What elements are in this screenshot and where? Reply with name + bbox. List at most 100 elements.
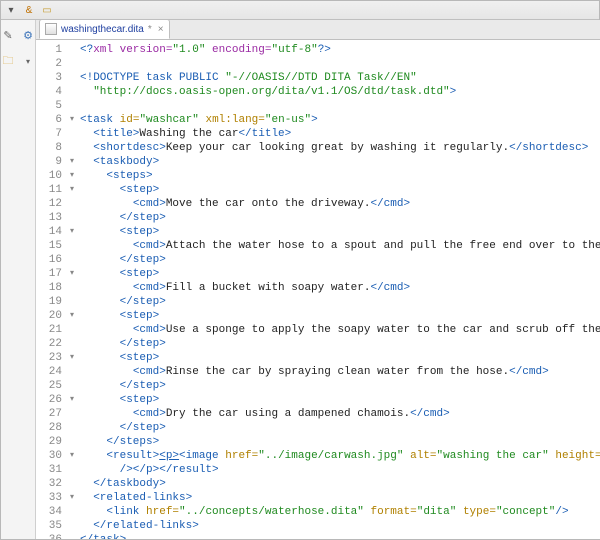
code-line[interactable]: 15 <cmd>Attach the water hose to a spout… bbox=[36, 239, 600, 253]
code-text[interactable]: </step> bbox=[80, 295, 166, 309]
code-line[interactable]: 22 </step> bbox=[36, 337, 600, 351]
close-icon[interactable]: × bbox=[158, 24, 164, 35]
line-number: 18 bbox=[36, 281, 67, 295]
fold-toggle[interactable]: ▾ bbox=[67, 225, 80, 239]
toolbar-icon-generic[interactable]: ▾ bbox=[4, 3, 18, 17]
line-number: 4 bbox=[36, 85, 67, 99]
code-line[interactable]: 30▾ <result><p><image href="../image/car… bbox=[36, 449, 600, 463]
code-line[interactable]: 3<!DOCTYPE task PUBLIC "-//OASIS//DTD DI… bbox=[36, 71, 600, 85]
fold-toggle[interactable]: ▾ bbox=[67, 183, 80, 197]
code-text[interactable]: <!DOCTYPE task PUBLIC "-//OASIS//DTD DIT… bbox=[80, 71, 417, 85]
toolbar-icon-link[interactable]: & bbox=[22, 3, 36, 17]
code-editor[interactable]: 1<?xml version="1.0" encoding="utf-8"?>2… bbox=[36, 40, 600, 539]
code-line[interactable]: 16 </step> bbox=[36, 253, 600, 267]
code-line[interactable]: 21 <cmd>Use a sponge to apply the soapy … bbox=[36, 323, 600, 337]
code-text[interactable]: <cmd>Use a sponge to apply the soapy wat… bbox=[80, 323, 600, 337]
fold-toggle bbox=[67, 505, 80, 519]
code-text[interactable]: <shortdesc>Keep your car looking great b… bbox=[80, 141, 588, 155]
code-line[interactable]: 32 </taskbody> bbox=[36, 477, 600, 491]
code-line[interactable]: 10▾ <steps> bbox=[36, 169, 600, 183]
code-line[interactable]: 29 </steps> bbox=[36, 435, 600, 449]
code-line[interactable]: 5 bbox=[36, 99, 600, 113]
code-line[interactable]: 24 <cmd>Rinse the car by spraying clean … bbox=[36, 365, 600, 379]
code-text[interactable]: </step> bbox=[80, 253, 166, 267]
code-text[interactable]: <related-links> bbox=[80, 491, 192, 505]
code-line[interactable]: 2 bbox=[36, 57, 600, 71]
code-text[interactable]: </steps> bbox=[80, 435, 159, 449]
code-line[interactable]: 4 "http://docs.oasis-open.org/dita/v1.1/… bbox=[36, 85, 600, 99]
code-line[interactable]: 20▾ <step> bbox=[36, 309, 600, 323]
code-text[interactable]: "http://docs.oasis-open.org/dita/v1.1/OS… bbox=[80, 85, 456, 99]
code-text[interactable]: <taskbody> bbox=[80, 155, 159, 169]
code-line[interactable]: 34 <link href="../concepts/waterhose.dit… bbox=[36, 505, 600, 519]
code-text[interactable]: </step> bbox=[80, 211, 166, 225]
code-line[interactable]: 35 </related-links> bbox=[36, 519, 600, 533]
fold-toggle[interactable]: ▾ bbox=[67, 449, 80, 463]
toolbar-icon-folder[interactable]: ▭ bbox=[40, 3, 54, 17]
code-text[interactable]: <cmd>Dry the car using a dampened chamoi… bbox=[80, 407, 450, 421]
code-text[interactable]: </task> bbox=[80, 533, 126, 539]
line-number: 24 bbox=[36, 365, 67, 379]
chevron-down-icon[interactable]: ▾ bbox=[21, 54, 35, 68]
code-line[interactable]: 6▾<task id="washcar" xml:lang="en-us"> bbox=[36, 113, 600, 127]
fold-toggle[interactable]: ▾ bbox=[67, 309, 80, 323]
code-line[interactable]: 1<?xml version="1.0" encoding="utf-8"?> bbox=[36, 43, 600, 57]
line-number: 2 bbox=[36, 57, 67, 71]
code-line[interactable]: 14▾ <step> bbox=[36, 225, 600, 239]
fold-toggle bbox=[67, 365, 80, 379]
code-text[interactable]: /></p></result> bbox=[80, 463, 219, 477]
fold-toggle[interactable]: ▾ bbox=[67, 351, 80, 365]
code-line[interactable]: 27 <cmd>Dry the car using a dampened cha… bbox=[36, 407, 600, 421]
code-line[interactable]: 28 </step> bbox=[36, 421, 600, 435]
gear-icon[interactable]: ⚙ bbox=[21, 28, 35, 42]
code-text[interactable]: <cmd>Rinse the car by spraying clean wat… bbox=[80, 365, 549, 379]
code-line[interactable]: 33▾ <related-links> bbox=[36, 491, 600, 505]
folder-icon[interactable]: 🗀 bbox=[1, 54, 15, 68]
code-text[interactable]: </step> bbox=[80, 379, 166, 393]
code-text[interactable]: </step> bbox=[80, 421, 166, 435]
code-text[interactable]: <result><p><image href="../image/carwash… bbox=[80, 449, 600, 463]
code-text[interactable]: <title>Washing the car</title> bbox=[80, 127, 291, 141]
code-line[interactable]: 17▾ <step> bbox=[36, 267, 600, 281]
code-line[interactable]: 12 <cmd>Move the car onto the driveway.<… bbox=[36, 197, 600, 211]
fold-toggle[interactable]: ▾ bbox=[67, 169, 80, 183]
code-text[interactable]: <?xml version="1.0" encoding="utf-8"?> bbox=[80, 43, 331, 57]
code-line[interactable]: 25 </step> bbox=[36, 379, 600, 393]
code-line[interactable]: 19 </step> bbox=[36, 295, 600, 309]
code-line[interactable]: 13 </step> bbox=[36, 211, 600, 225]
code-text[interactable]: </taskbody> bbox=[80, 477, 166, 491]
code-line[interactable]: 31 /></p></result> bbox=[36, 463, 600, 477]
fold-toggle[interactable]: ▾ bbox=[67, 155, 80, 169]
editor-tab[interactable]: washingthecar.dita* × bbox=[39, 19, 170, 39]
code-text[interactable]: <step> bbox=[80, 351, 159, 365]
code-text[interactable]: <step> bbox=[80, 225, 159, 239]
code-text[interactable]: </related-links> bbox=[80, 519, 199, 533]
code-text[interactable]: <step> bbox=[80, 183, 159, 197]
code-text[interactable]: <cmd>Fill a bucket with soapy water.</cm… bbox=[80, 281, 410, 295]
fold-toggle[interactable]: ▾ bbox=[67, 393, 80, 407]
fold-toggle bbox=[67, 141, 80, 155]
code-line[interactable]: 36</task> bbox=[36, 533, 600, 539]
side-icon-wand[interactable]: ✎ bbox=[1, 28, 15, 42]
fold-toggle[interactable]: ▾ bbox=[67, 113, 80, 127]
line-number: 28 bbox=[36, 421, 67, 435]
code-line[interactable]: 8 <shortdesc>Keep your car looking great… bbox=[36, 141, 600, 155]
code-text[interactable]: <link href="../concepts/waterhose.dita" … bbox=[80, 505, 569, 519]
code-text[interactable]: <task id="washcar" xml:lang="en-us"> bbox=[80, 113, 318, 127]
fold-toggle[interactable]: ▾ bbox=[67, 267, 80, 281]
fold-toggle[interactable]: ▾ bbox=[67, 491, 80, 505]
code-line[interactable]: 23▾ <step> bbox=[36, 351, 600, 365]
code-text[interactable]: <step> bbox=[80, 393, 159, 407]
fold-toggle bbox=[67, 281, 80, 295]
code-text[interactable]: <step> bbox=[80, 267, 159, 281]
code-text[interactable]: </step> bbox=[80, 337, 166, 351]
code-text[interactable]: <steps> bbox=[80, 169, 153, 183]
code-text[interactable]: <cmd>Move the car onto the driveway.</cm… bbox=[80, 197, 410, 211]
code-line[interactable]: 9▾ <taskbody> bbox=[36, 155, 600, 169]
code-line[interactable]: 7 <title>Washing the car</title> bbox=[36, 127, 600, 141]
code-line[interactable]: 18 <cmd>Fill a bucket with soapy water.<… bbox=[36, 281, 600, 295]
code-text[interactable]: <cmd>Attach the water hose to a spout an… bbox=[80, 239, 600, 253]
code-text[interactable]: <step> bbox=[80, 309, 159, 323]
code-line[interactable]: 26▾ <step> bbox=[36, 393, 600, 407]
code-line[interactable]: 11▾ <step> bbox=[36, 183, 600, 197]
